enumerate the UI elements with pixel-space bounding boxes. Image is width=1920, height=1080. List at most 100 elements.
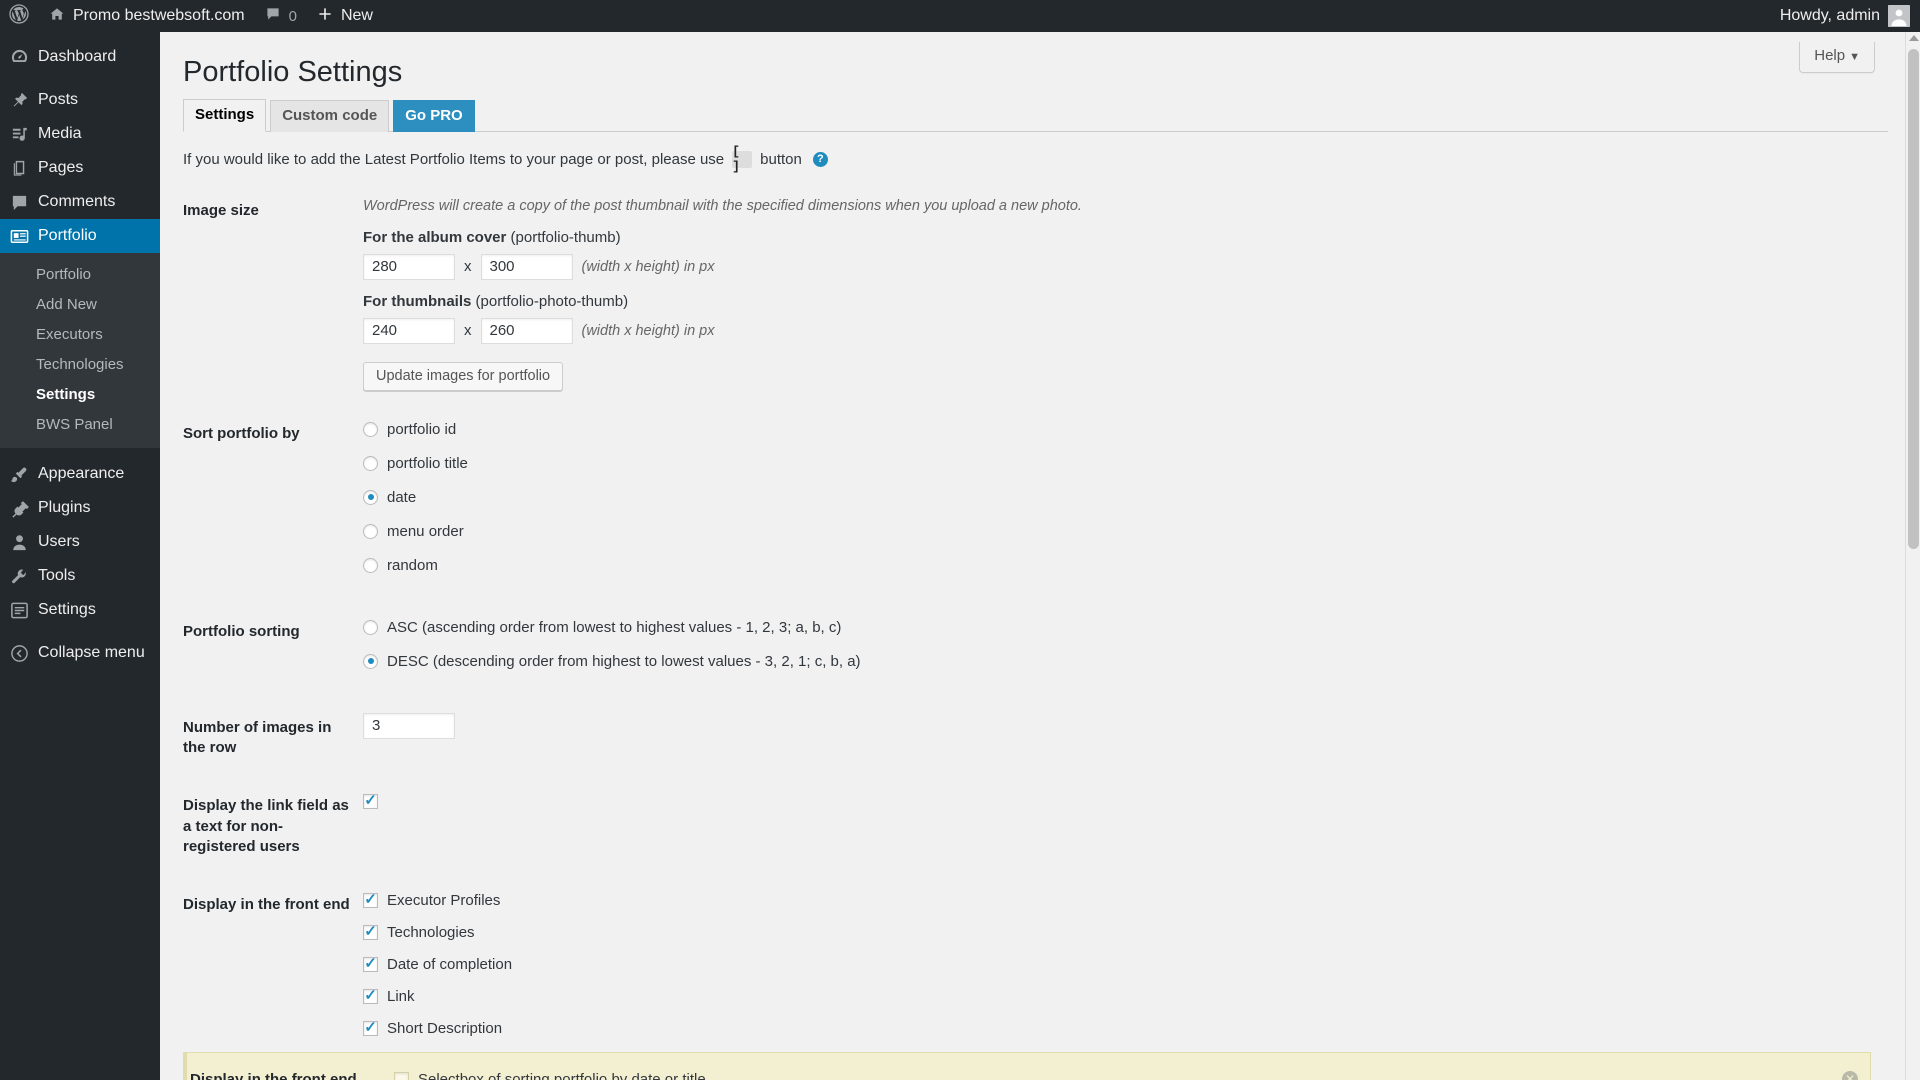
checkbox-link-field[interactable]	[363, 794, 378, 810]
sidebar-item-settings[interactable]: Settings	[0, 593, 160, 627]
check-row-date-of-completion[interactable]: Date of completion	[363, 954, 1673, 975]
intro-text-before: If you would like to add the Latest Port…	[183, 150, 725, 168]
sidebar-subitem-technologies[interactable]: Technologies	[0, 350, 160, 380]
checkbox-date-of-completion[interactable]	[363, 957, 378, 973]
label-front-end: Display in the front end	[183, 896, 350, 914]
scroll-up-arrow-icon[interactable]	[1909, 35, 1919, 41]
sidebar-subitem-bws-panel[interactable]: BWS Panel	[0, 410, 160, 440]
sidebar-subitem-executors[interactable]: Executors	[0, 320, 160, 350]
radio-row-portfolio-id[interactable]: portfolio id	[363, 419, 1673, 440]
question-mark-icon[interactable]: ?	[812, 151, 828, 167]
row-portfolio-sorting: Portfolio sorting ASC (ascending order f…	[183, 603, 1683, 699]
radio-row-asc[interactable]: ASC (ascending order from lowest to high…	[363, 617, 1673, 638]
sidebar-subitem-add-new[interactable]: Add New	[0, 290, 160, 320]
pin-icon	[9, 90, 29, 110]
tab-custom-code[interactable]: Custom code	[270, 99, 390, 132]
tab-go-pro[interactable]: Go PRO	[393, 99, 475, 132]
comments-count: 0	[288, 7, 297, 25]
row-link-field: Display the link field as a text for non…	[183, 777, 1683, 876]
thumb-units-hint: (width x height) in px	[581, 322, 715, 339]
thumbnails-slug: (portfolio-photo-thumb)	[475, 292, 629, 310]
intro-text-after: button	[760, 150, 802, 168]
album-cover-heading: For the album cover (portfolio-thumb)	[363, 227, 1673, 248]
my-account-menu[interactable]: Howdy, admin	[1770, 0, 1920, 32]
sidebar-item-posts[interactable]: Posts	[0, 83, 160, 117]
sidebar-item-portfolio[interactable]: Portfolio	[0, 219, 168, 253]
checkbox-executor-profiles[interactable]	[363, 893, 378, 909]
sidebar-item-dashboard[interactable]: Dashboard	[0, 40, 160, 74]
check-row-short-description[interactable]: Short Description	[363, 1018, 1673, 1039]
portfolio-submenu: Portfolio Add New Executors Technologies…	[0, 253, 160, 448]
album-height-input[interactable]	[480, 253, 573, 280]
update-images-button[interactable]: Update images for portfolio	[363, 361, 564, 391]
thumb-height-input[interactable]	[480, 317, 573, 344]
site-name-link[interactable]: Promo bestwebsoft.com	[39, 0, 255, 32]
radio-label: portfolio id	[387, 420, 457, 438]
howdy-label: Howdy, admin	[1779, 7, 1880, 24]
radio-row-desc[interactable]: DESC (descending order from highest to l…	[363, 651, 1673, 672]
sidebar-item-comments[interactable]: Comments	[0, 185, 160, 219]
sidebar-subitem-portfolio[interactable]: Portfolio	[0, 260, 160, 290]
row-images-in-row: Number of images in the row	[183, 699, 1683, 778]
radio-asc[interactable]	[363, 619, 378, 635]
check-row-link[interactable]: Link	[363, 986, 1673, 1007]
album-cover-label: For the album cover	[363, 228, 507, 246]
wrench-icon	[9, 566, 29, 586]
sidebar-item-collapse-menu[interactable]: Collapse menu	[0, 636, 160, 670]
radio-label: menu order	[387, 522, 464, 540]
thumb-width-input[interactable]	[363, 317, 455, 344]
radio-portfolio-id[interactable]	[363, 421, 378, 437]
shortcode-button[interactable]: [ ]	[732, 144, 753, 174]
settings-tab-bar: Settings Custom code Go PRO	[183, 98, 1888, 132]
sidebar-item-media[interactable]: Media	[0, 117, 160, 151]
radio-portfolio-title[interactable]	[363, 455, 378, 471]
sidebar-item-label: Users	[38, 533, 80, 550]
sidebar-item-label: Settings	[38, 601, 96, 618]
check-row-executor-profiles[interactable]: Executor Profiles	[363, 890, 1673, 911]
chevron-down-icon: ▼	[1849, 51, 1860, 63]
sidebar-item-label: Plugins	[38, 499, 91, 516]
tab-settings[interactable]: Settings	[183, 98, 267, 132]
radio-desc[interactable]	[363, 653, 378, 669]
sidebar-item-appearance[interactable]: Appearance	[0, 457, 160, 491]
sidebar-item-label: Collapse menu	[38, 644, 145, 661]
sidebar-item-plugins[interactable]: Plugins	[0, 491, 160, 525]
close-x-icon[interactable]: ✕	[1842, 1071, 1858, 1080]
new-content-button[interactable]: New	[307, 0, 383, 32]
thumbnails-heading: For thumbnails (portfolio-photo-thumb)	[363, 291, 1673, 312]
sidebar-subitem-settings[interactable]: Settings	[0, 380, 160, 410]
comments-link[interactable]: 0	[255, 0, 307, 32]
user-icon	[9, 532, 29, 552]
admin-bar: Promo bestwebsoft.com 0 New Howdy, admin	[0, 0, 1920, 32]
thumbnails-label: For thumbnails	[363, 292, 472, 310]
checkbox-label: Date of completion	[387, 956, 513, 974]
main-content-area: Help ▼ Portfolio Settings Settings Custom…	[160, 32, 1905, 1080]
radio-menu-order[interactable]	[363, 523, 378, 539]
thumbnail-dimensions: x (width x height) in px	[363, 317, 1673, 344]
images-in-row-input[interactable]	[363, 712, 455, 739]
sidebar-separator	[0, 74, 160, 83]
sidebar-item-label: Media	[38, 125, 82, 142]
check-row-technologies[interactable]: Technologies	[363, 922, 1673, 943]
album-width-input[interactable]	[363, 253, 455, 280]
checkbox-link[interactable]	[363, 989, 378, 1005]
help-tab-button[interactable]: Help ▼	[1799, 42, 1875, 73]
plug-icon	[9, 498, 29, 518]
sidebar-item-users[interactable]: Users	[0, 525, 160, 559]
radio-row-random[interactable]: random	[363, 555, 1673, 576]
radio-row-date[interactable]: date	[363, 487, 1673, 508]
dimension-separator: x	[464, 258, 472, 276]
checkbox-short-description[interactable]	[363, 1021, 378, 1037]
radio-random[interactable]	[363, 557, 378, 573]
radio-row-menu-order[interactable]: menu order	[363, 521, 1673, 542]
radio-row-portfolio-title[interactable]: portfolio title	[363, 453, 1673, 474]
scrollbar-thumb[interactable]	[1908, 49, 1919, 549]
wordpress-logo-button[interactable]	[0, 0, 39, 32]
radio-date[interactable]	[363, 489, 378, 505]
comment-icon	[9, 192, 29, 212]
sidebar-item-tools[interactable]: Tools	[0, 559, 160, 593]
checkbox-technologies[interactable]	[363, 925, 378, 941]
checkbox-pro-selectbox[interactable]	[394, 1072, 409, 1080]
sidebar-item-pages[interactable]: Pages	[0, 151, 160, 185]
page-scrollbar[interactable]	[1905, 32, 1920, 1080]
